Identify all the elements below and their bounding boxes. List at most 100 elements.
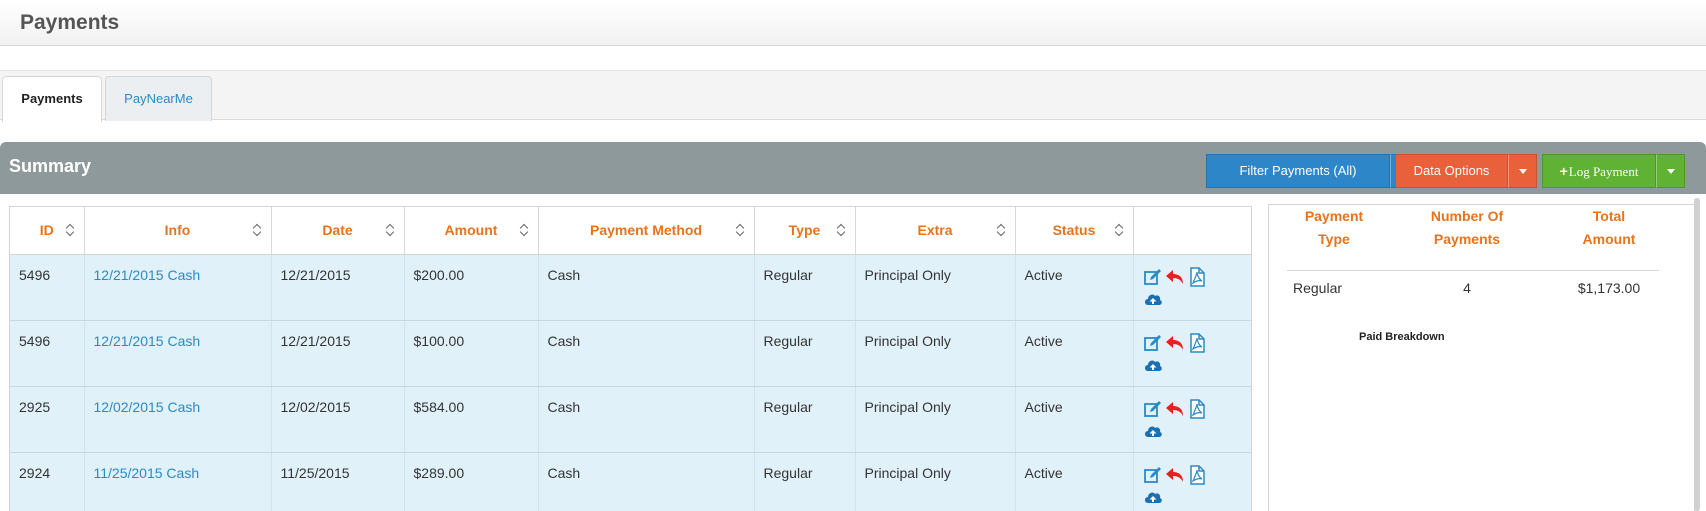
edit-icon[interactable] [1143,465,1165,487]
cell-amount: $100.00 [413,332,465,349]
table-row: 5496 12/21/2015 Cash 12/21/2015 $100.00 Cash… [10,320,1251,387]
summary-cell-total: $1,173.00 [1577,280,1641,296]
table-row: 2924 11/25/2015 Cash 11/25/2015 $289.00 Cash… [10,452,1251,511]
sort-icon [253,223,261,237]
cell-id: 5496 [19,332,51,349]
tab-payments[interactable]: Payments [2,76,102,122]
row-actions [1133,320,1251,387]
column-header-type[interactable]: Type [754,207,856,255]
sort-icon [1115,223,1123,237]
plus-icon: + [1559,163,1568,179]
cell-payment-method: Cash [547,398,581,415]
table-row: 5496 12/21/2015 Cash 12/21/2015 $200.00 Cash… [10,254,1251,321]
cell-extra: Principal Only [864,332,951,349]
payment-info-link[interactable]: 12/21/2015 Cash [94,267,201,283]
payment-summary-panel: Payment Type Number Of Payments Total Amoun… [1268,204,1695,511]
cell-extra: Principal Only [864,464,951,481]
vertical-scrollbar[interactable] [1694,198,1700,511]
log-payment-button[interactable]: +Log Payment [1542,154,1656,188]
data-options-group: Data Options [1395,154,1537,188]
data-options-dropdown-toggle[interactable] [1508,154,1537,188]
cloud-upload-icon[interactable] [1143,355,1165,377]
cell-status: Active [1024,266,1063,283]
divider [1287,270,1659,271]
summary-title: Summary [9,156,92,176]
log-payment-dropdown-toggle[interactable] [1656,154,1685,188]
table-row: 2925 12/02/2015 Cash 12/02/2015 $584.00 Cash… [10,386,1251,453]
column-header-extra[interactable]: Extra [855,207,1016,255]
column-header-info[interactable]: Info [84,207,272,255]
filter-payments-group: Filter Payments (All) [1206,154,1419,188]
row-actions [1133,452,1251,511]
edit-icon[interactable] [1143,267,1165,289]
sort-icon [520,223,528,237]
cell-date: 11/25/2015 [280,464,350,481]
sort-icon [997,223,1005,237]
row-actions [1133,386,1251,453]
payment-info-link[interactable]: 11/25/2015 Cash [94,465,200,481]
cell-extra: Principal Only [864,266,951,283]
cell-extra: Principal Only [864,398,951,415]
payments-table: ID Info Date Amount Payment Method Type … [9,206,1252,511]
filter-payments-button[interactable]: Filter Payments (All) [1206,154,1390,188]
payment-info-link[interactable]: 12/02/2015 Cash [94,399,201,415]
column-header-actions [1133,207,1251,255]
summary-header-number-of-payments: Number Of Payments [1430,208,1504,247]
cell-status: Active [1024,332,1063,349]
chevron-down-icon [1518,168,1527,174]
cell-id: 2924 [19,464,51,481]
cell-payment-method: Cash [547,464,581,481]
sort-icon [386,223,394,237]
cell-amount: $584.00 [413,398,465,415]
pdf-icon[interactable] [1187,464,1209,487]
tab-paynearme[interactable]: PayNearMe [105,76,212,121]
column-header-status[interactable]: Status [1015,207,1134,255]
row-actions [1133,254,1251,321]
edit-icon[interactable] [1143,333,1165,355]
cell-date: 12/02/2015 [280,398,351,415]
cell-type: Regular [763,332,813,349]
cell-type: Regular [763,464,813,481]
page-header: Payments [0,0,1706,46]
chevron-down-icon [1666,168,1675,174]
log-payment-label: Log Payment [1568,164,1639,179]
summary-cell-count: 4 [1463,280,1471,296]
undo-icon[interactable] [1165,399,1187,421]
undo-icon[interactable] [1165,465,1187,487]
cell-status: Active [1024,398,1063,415]
payment-info-link[interactable]: 12/21/2015 Cash [94,333,201,349]
sort-icon [66,223,74,237]
cloud-upload-icon[interactable] [1143,421,1165,443]
cell-type: Regular [763,398,813,415]
pdf-icon[interactable] [1187,266,1209,289]
summary-header-payment-type: Payment Type [1304,208,1364,247]
column-header-amount[interactable]: Amount [404,207,539,255]
column-header-payment-method[interactable]: Payment Method [538,207,755,255]
column-header-id[interactable]: ID [10,207,85,255]
pdf-icon[interactable] [1187,398,1209,421]
cloud-upload-icon[interactable] [1143,487,1165,509]
cell-id: 2925 [19,398,51,415]
edit-icon[interactable] [1143,399,1165,421]
column-header-date[interactable]: Date [271,207,405,255]
pdf-icon[interactable] [1187,332,1209,355]
sort-icon [736,223,744,237]
cell-amount: $200.00 [413,266,465,283]
cell-amount: $289.00 [413,464,465,481]
log-payment-group: +Log Payment [1542,154,1685,188]
cell-payment-method: Cash [547,332,581,349]
tab-bar: Payments PayNearMe [0,70,1706,122]
cloud-upload-icon[interactable] [1143,289,1165,311]
cell-date: 12/21/2015 [280,332,351,349]
summary-header-total-amount: Total Amount [1582,208,1636,247]
page-title: Payments [20,11,120,34]
cell-date: 12/21/2015 [280,266,351,283]
data-options-button[interactable]: Data Options [1395,154,1508,188]
cell-payment-method: Cash [547,266,581,283]
table-header-row: ID Info Date Amount Payment Method Type … [10,207,1251,255]
cell-id: 5496 [19,266,51,283]
undo-icon[interactable] [1165,267,1187,289]
undo-icon[interactable] [1165,333,1187,355]
paid-breakdown-label: Paid Breakdown [1359,331,1445,343]
sort-icon [837,223,845,237]
